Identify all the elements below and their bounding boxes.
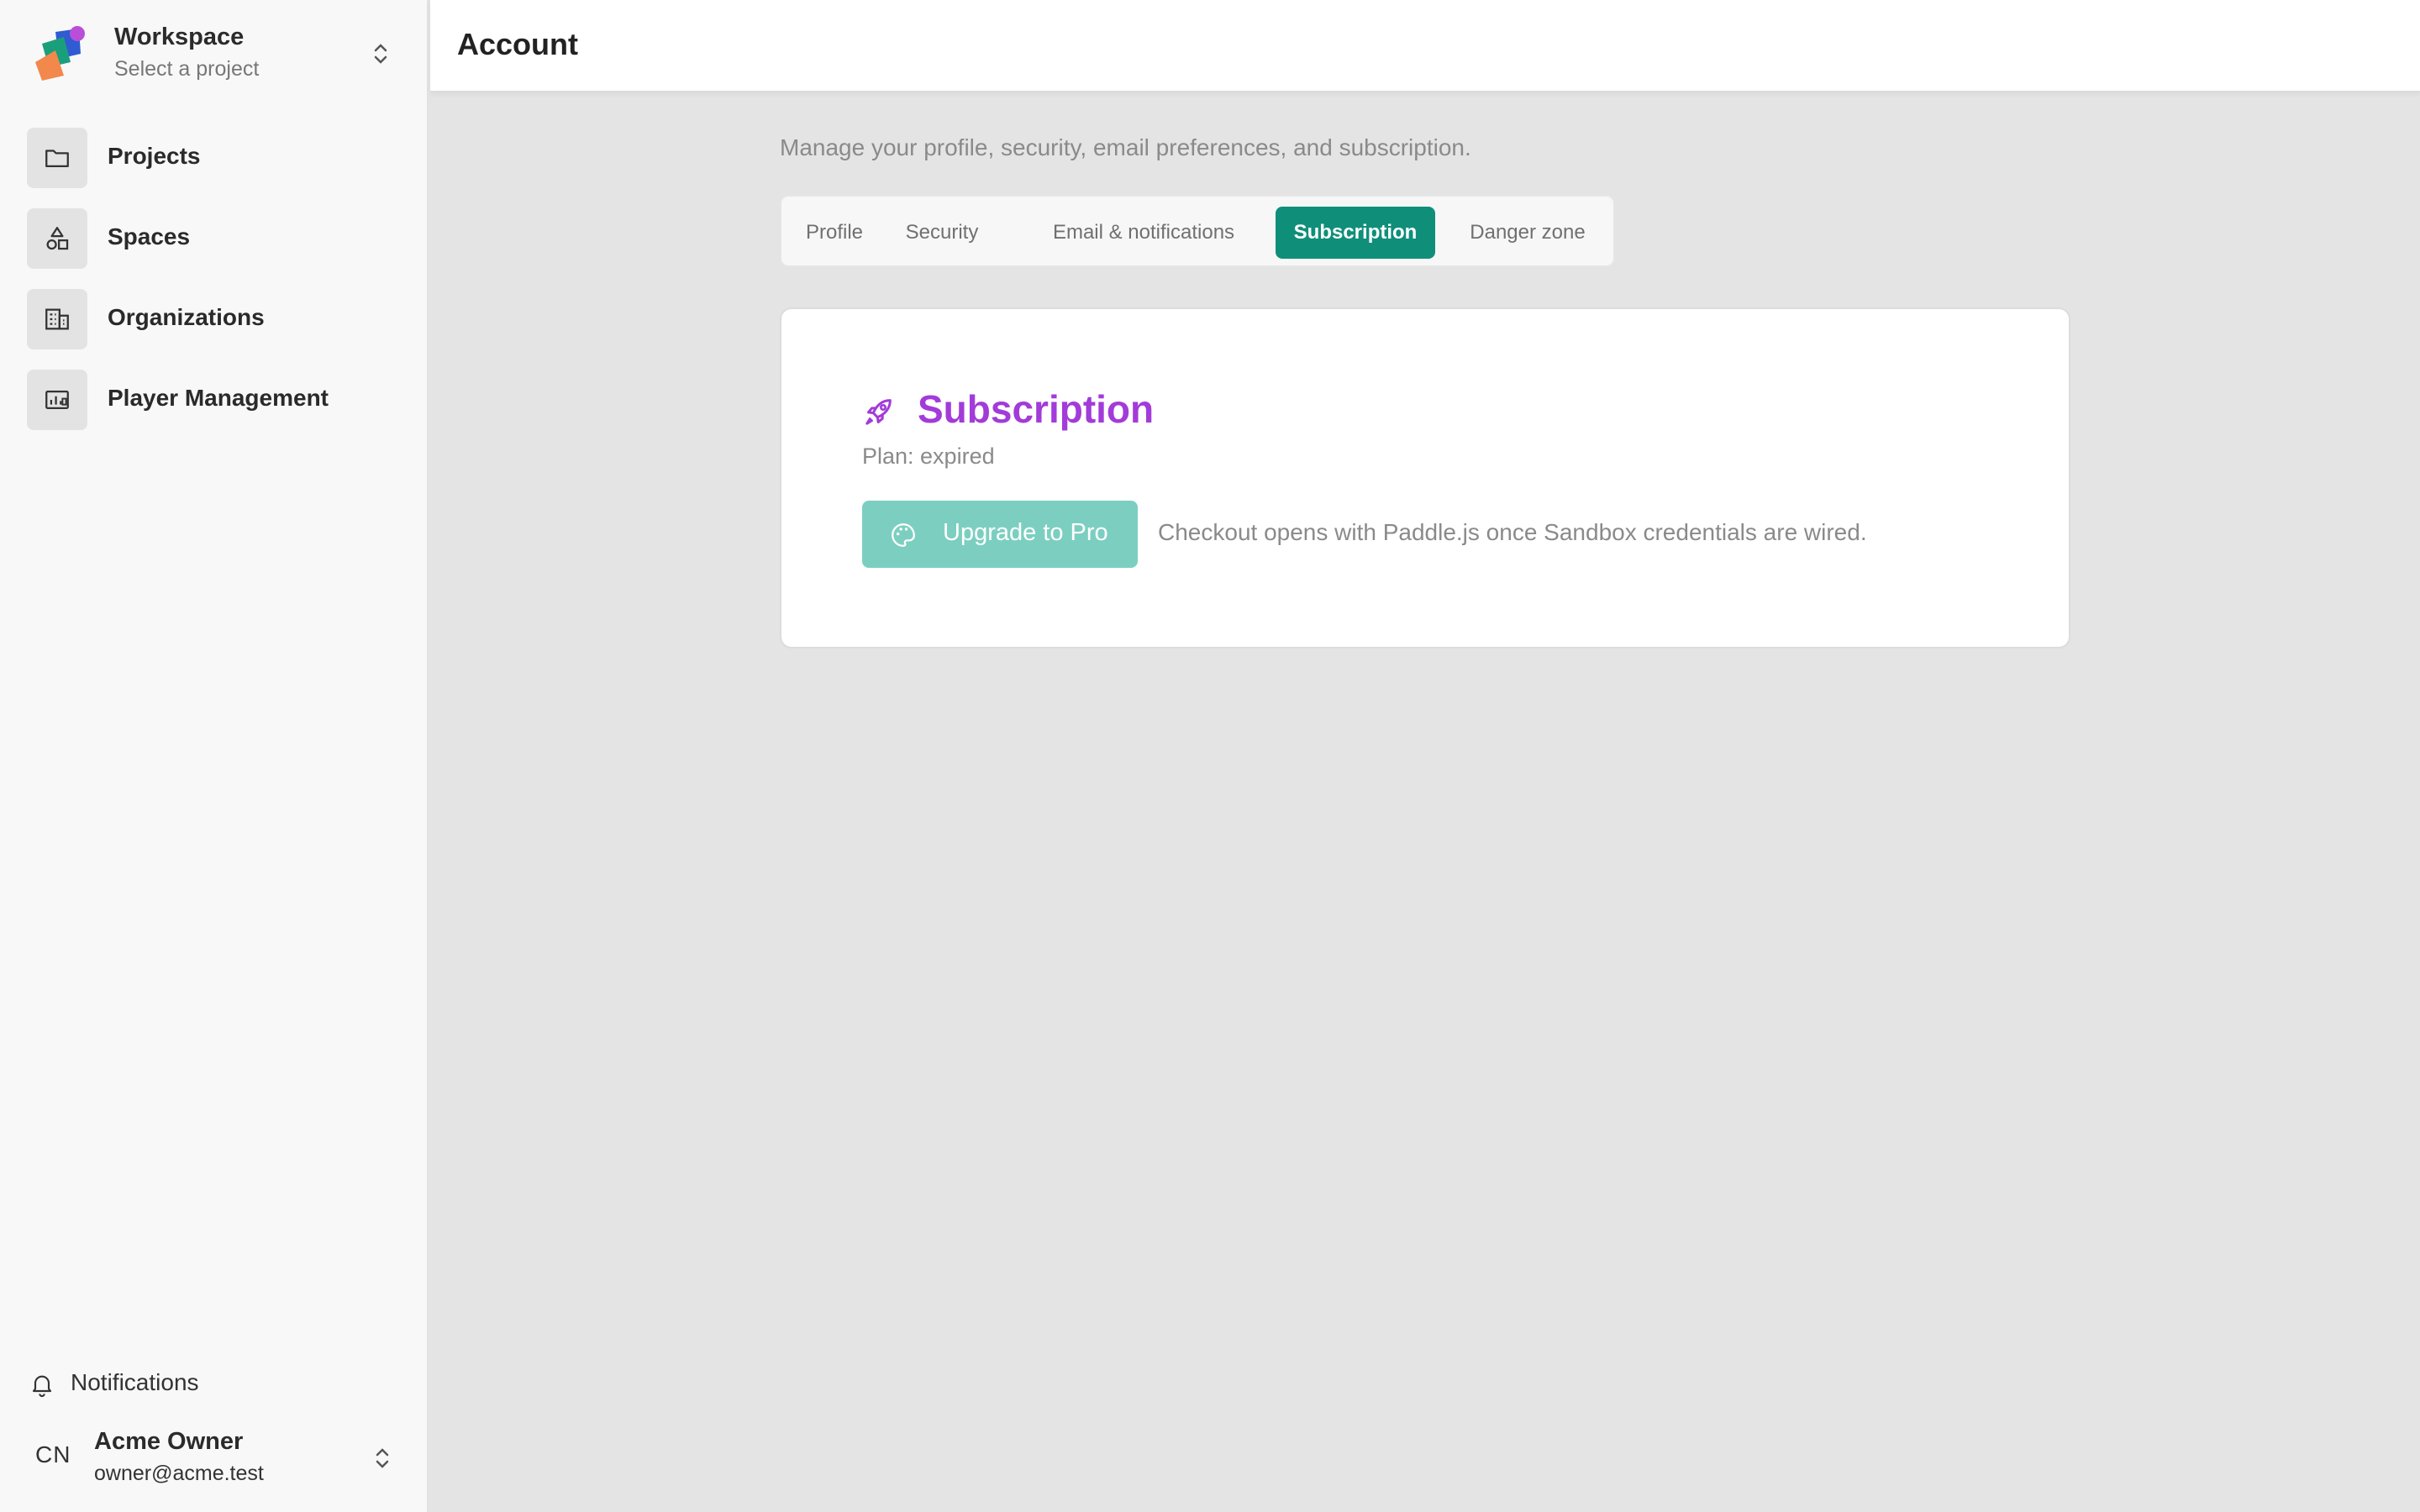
card-title: Subscription <box>918 387 1155 431</box>
player-icon <box>27 370 87 430</box>
user-menu[interactable]: CN Acme Owner owner@acme.test <box>27 1425 405 1492</box>
user-name: Acme Owner <box>94 1428 244 1455</box>
sidebar-item-label: Spaces <box>108 223 191 249</box>
notifications-link[interactable]: Notifications <box>29 1366 281 1403</box>
page-title: Account <box>457 27 578 61</box>
rocket-icon <box>865 399 892 425</box>
checkout-note: Checkout opens with Paddle.js once Sandb… <box>1158 519 1867 545</box>
folder-icon <box>27 128 87 188</box>
workspace-logo <box>35 26 85 81</box>
sidebar-item-spaces[interactable]: Spaces <box>27 208 402 269</box>
avatar: CN <box>35 1441 71 1467</box>
chevron-up-down-icon <box>376 1448 389 1468</box>
sidebar-item-label: Organizations <box>108 304 265 330</box>
page-header: Account <box>430 0 2420 92</box>
sidebar: Workspace Select a project Projects Spac… <box>0 0 429 1512</box>
user-email: owner@acme.test <box>94 1462 264 1485</box>
upgrade-button-label: Upgrade to Pro <box>943 519 1108 546</box>
workspace-switcher[interactable]: Workspace Select a project <box>27 20 405 89</box>
subscription-card: Subscription Plan: expired Upgrade to Pr… <box>780 307 2070 648</box>
page-description: Manage your profile, security, email pre… <box>780 134 1471 160</box>
bell-icon <box>32 1375 52 1397</box>
tab-profile[interactable]: Profile <box>793 207 876 259</box>
chevron-up-down-icon <box>374 44 387 64</box>
tab-email-notifications[interactable]: Email & notifications <box>1039 207 1249 259</box>
sidebar-item-projects[interactable]: Projects <box>27 128 402 188</box>
plan-status: Plan: expired <box>862 444 995 469</box>
tab-danger-zone[interactable]: Danger zone <box>1454 207 1602 259</box>
building-icon <box>27 289 87 349</box>
palette-icon <box>892 523 915 547</box>
sidebar-item-player-management[interactable]: Player Management <box>27 370 402 430</box>
tab-subscription[interactable]: Subscription <box>1276 207 1435 259</box>
sidebar-item-label: Projects <box>108 143 201 169</box>
tab-security[interactable]: Security <box>891 207 993 259</box>
sidebar-item-organizations[interactable]: Organizations <box>27 289 402 349</box>
upgrade-button[interactable]: Upgrade to Pro <box>862 501 1138 568</box>
workspace-name: Workspace <box>114 24 245 50</box>
sidebar-nav: Projects Spaces Organizations Player Man… <box>27 128 402 450</box>
sidebar-item-label: Player Management <box>108 385 329 411</box>
shapes-icon <box>27 208 87 269</box>
account-tabs: Profile Security Email & notifications S… <box>780 195 1615 267</box>
app-root: Workspace Select a project Projects Spac… <box>0 0 2420 1512</box>
notifications-label: Notifications <box>71 1369 199 1395</box>
workspace-subtitle: Select a project <box>114 57 260 81</box>
